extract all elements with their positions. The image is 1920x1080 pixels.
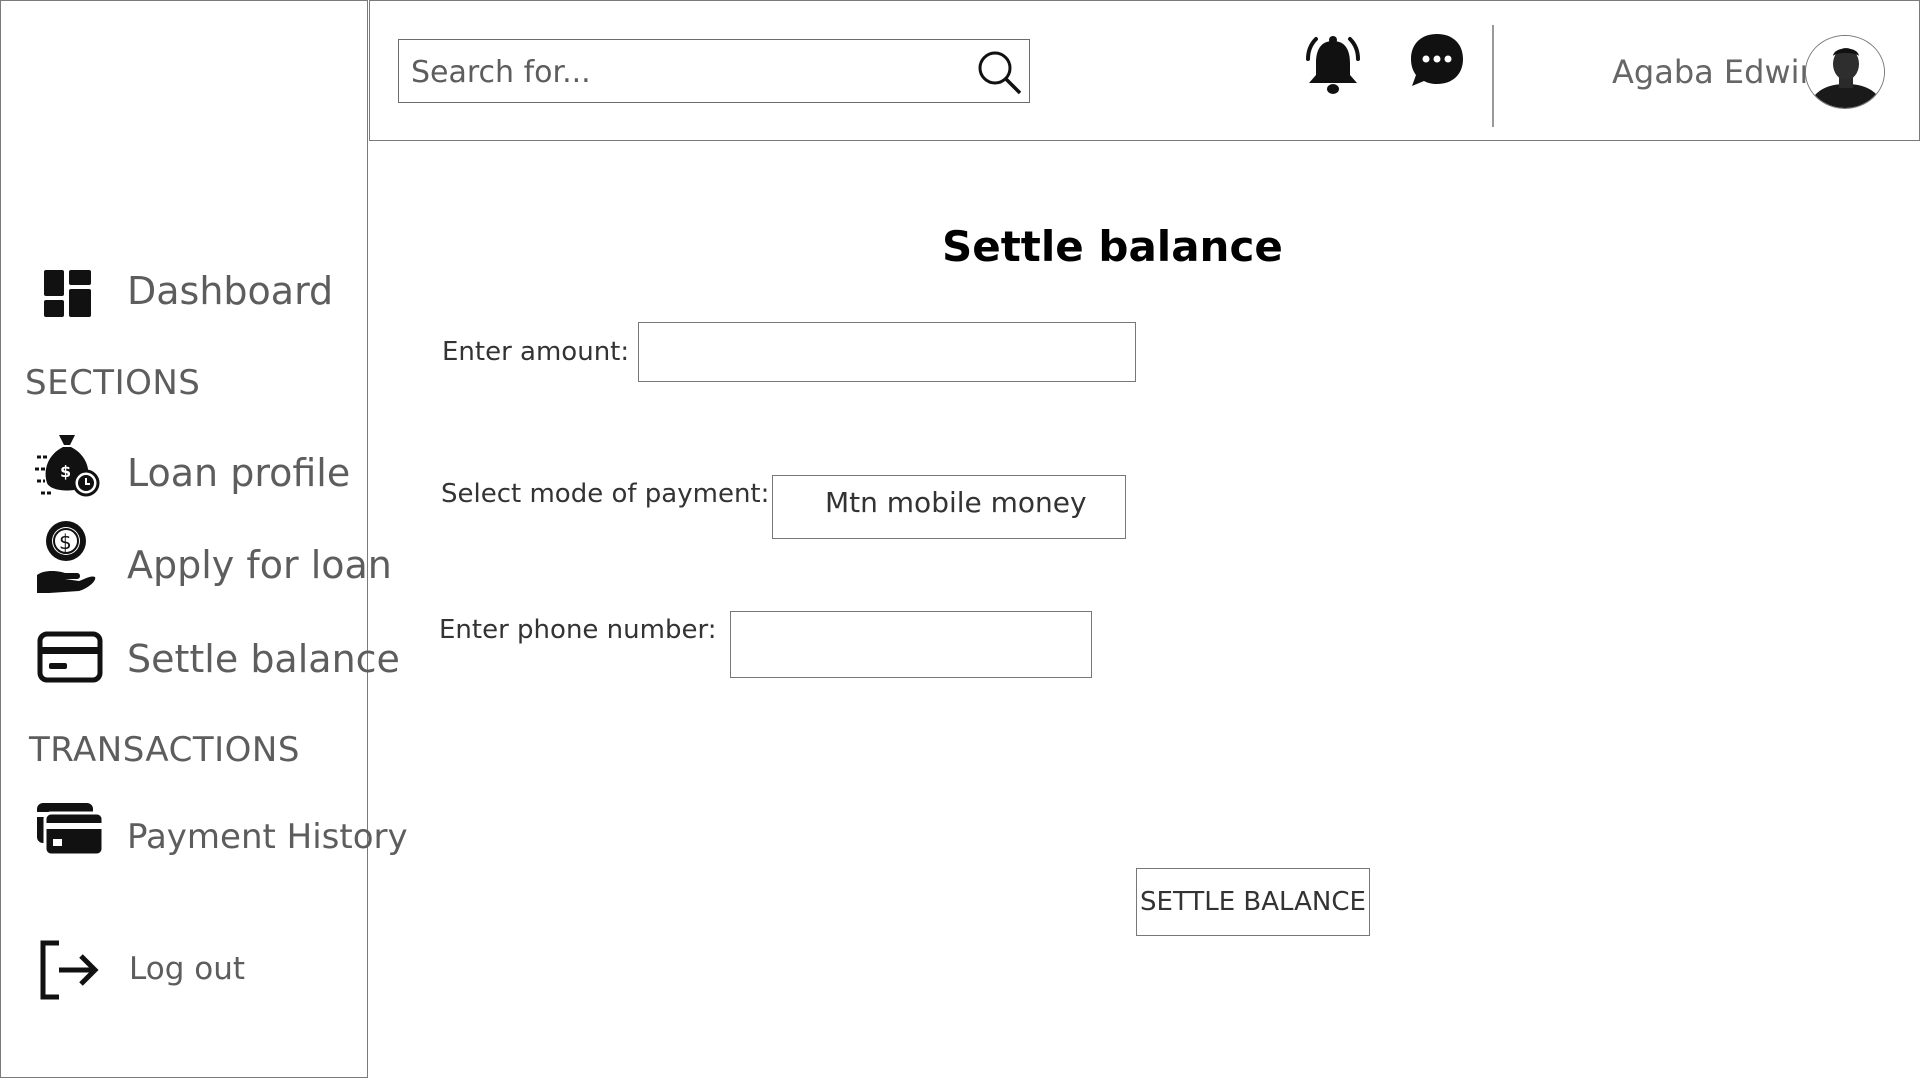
cards-stack-icon bbox=[37, 803, 105, 857]
chat-bubble-dots-icon[interactable] bbox=[1408, 31, 1466, 89]
amount-field[interactable] bbox=[638, 322, 1136, 382]
money-bag-clock-icon: $ bbox=[35, 435, 100, 497]
credit-card-icon bbox=[37, 631, 103, 683]
transactions-heading: TRANSACTIONS bbox=[29, 730, 300, 770]
phone-number-field[interactable] bbox=[730, 611, 1092, 678]
sidebar-item-label: Dashboard bbox=[127, 269, 334, 313]
phone-label: Enter phone number: bbox=[439, 615, 717, 645]
user-name: Agaba Edwin bbox=[1612, 53, 1820, 91]
sidebar-item-settle-balance[interactable]: Settle balance bbox=[1, 621, 400, 697]
sidebar-item-payment-history[interactable]: Payment History bbox=[1, 797, 408, 873]
sidebar-item-label: Settle balance bbox=[127, 637, 400, 681]
avatar[interactable] bbox=[1805, 35, 1885, 109]
sidebar-item-loan-profile[interactable]: $ Loan profile bbox=[1, 429, 367, 509]
logout-button[interactable]: Log out bbox=[1, 931, 367, 1007]
payment-mode-label: Select mode of payment: bbox=[441, 479, 770, 509]
sidebar-item-apply-loan[interactable]: $ Apply for loan bbox=[1, 515, 392, 599]
page-title: Settle balance bbox=[942, 222, 1283, 271]
bell-ringing-icon[interactable] bbox=[1300, 35, 1366, 99]
svg-text:$: $ bbox=[60, 462, 71, 481]
sidebar-item-label: Apply for loan bbox=[127, 543, 392, 587]
search-input[interactable] bbox=[409, 48, 953, 96]
svg-text:$: $ bbox=[59, 530, 72, 554]
sidebar-item-label: Payment History bbox=[127, 817, 408, 857]
settle-balance-button[interactable]: SETTLE BALANCE bbox=[1136, 868, 1370, 936]
payment-mode-select[interactable]: Mtn mobile money bbox=[772, 475, 1126, 539]
logout-arrow-icon bbox=[40, 940, 99, 1000]
top-header: Agaba Edwin bbox=[369, 0, 1920, 141]
search-icon[interactable] bbox=[975, 48, 1023, 96]
header-divider bbox=[1492, 25, 1494, 127]
sidebar-item-dashboard[interactable]: Dashboard bbox=[1, 259, 367, 329]
sidebar-item-label: Log out bbox=[129, 951, 245, 987]
hand-coin-icon: $ bbox=[37, 521, 96, 593]
amount-label: Enter amount: bbox=[442, 337, 630, 367]
payment-mode-value: Mtn mobile money bbox=[825, 486, 1087, 519]
sidebar: Dashboard SECTIONS $ Loan profile $ Appl… bbox=[0, 0, 408, 1078]
sections-heading: SECTIONS bbox=[25, 363, 201, 403]
search-bar bbox=[398, 39, 1030, 103]
sidebar-item-label: Loan profile bbox=[127, 451, 351, 495]
dashboard-grid-icon bbox=[44, 270, 91, 317]
user-photo bbox=[1806, 36, 1884, 108]
